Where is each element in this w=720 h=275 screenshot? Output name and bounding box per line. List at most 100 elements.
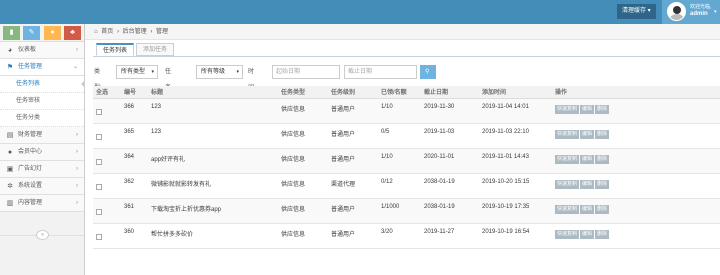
clear-cache-button[interactable]: 清理缓存 ▾ xyxy=(617,4,656,19)
table-cell: 366 xyxy=(121,98,148,124)
tab-add-task[interactable]: 添加任务 xyxy=(136,43,175,56)
breadcrumb-home[interactable]: 首页 xyxy=(101,29,113,35)
sidebar-item-label: 仪表板 xyxy=(18,47,37,53)
table-cell: 供应信息 xyxy=(278,173,328,199)
table-cell: 361 xyxy=(121,198,148,224)
quick-copy-button[interactable]: 快速复制 xyxy=(555,204,580,214)
row-checkbox[interactable] xyxy=(96,158,102,165)
table-row: 361 下载淘宝折上折优惠券app 供应信息 普通用户 1/1000 2038-01-19… xyxy=(93,198,720,224)
sidebar-item-1[interactable]: ⚑ 任务管理 ⌄ xyxy=(0,59,84,76)
table-cell: 1/10 xyxy=(378,148,421,174)
level-select[interactable]: 所有等级 ▾ xyxy=(196,65,243,79)
chevron-right-icon: › xyxy=(76,183,78,189)
edit-button[interactable]: 编辑 xyxy=(580,204,595,214)
tab-task-list[interactable]: 任务列表 xyxy=(96,43,135,56)
table-cell: 2019-11-04 14:01 xyxy=(479,98,552,124)
quick-copy-button[interactable]: 快速复制 xyxy=(555,104,580,114)
task-table: 全选 编号 标题 任务类型 任务级别 已领/名额 截止日期 添加时间 操作 366 123 供应信息… xyxy=(93,86,720,249)
type-select[interactable]: 所有类型 ▾ xyxy=(116,65,158,79)
column-header: 截止日期 xyxy=(421,86,479,99)
users-shortcut-icon[interactable]: ● xyxy=(44,26,61,40)
row-checkbox[interactable] xyxy=(96,183,102,190)
quick-copy-button[interactable]: 快速复制 xyxy=(555,154,580,164)
sidebar-item-2[interactable]: ▤ 财务管理 › xyxy=(0,127,84,144)
sidebar-item-0[interactable]: ◕ 仪表板 › xyxy=(0,42,84,59)
table-cell: 0/12 xyxy=(378,173,421,199)
delete-button[interactable]: 删除 xyxy=(595,104,610,114)
table-cell: 供应信息 xyxy=(278,148,328,174)
column-header[interactable]: 全选 xyxy=(93,86,121,99)
table-cell: 1/10 xyxy=(378,98,421,124)
edit-button[interactable]: 编辑 xyxy=(580,154,595,164)
table-cell: 2019-11-27 xyxy=(421,223,479,249)
table-cell: 2019-10-19 17:35 xyxy=(479,198,552,224)
chevron-right-icon: › xyxy=(76,200,78,206)
table-cell: 362 xyxy=(121,173,148,199)
flag-icon: ⚑ xyxy=(6,64,14,71)
image-icon: ▣ xyxy=(6,166,14,173)
edit-button[interactable]: 编辑 xyxy=(580,129,595,139)
row-checkbox[interactable] xyxy=(96,133,102,140)
chevron-down-icon: ⌄ xyxy=(72,64,78,70)
search-icon: ⚲ xyxy=(425,69,430,75)
quick-copy-button[interactable]: 快速复制 xyxy=(555,229,580,239)
book-icon: ▥ xyxy=(6,200,14,207)
quick-copy-button[interactable]: 快速复制 xyxy=(555,179,580,189)
delete-button[interactable]: 删除 xyxy=(595,229,610,239)
delete-button[interactable]: 删除 xyxy=(595,154,610,164)
table-cell: 2019-10-19 16:54 xyxy=(479,223,552,249)
chevron-right-icon: › xyxy=(76,149,78,155)
start-date-input[interactable]: 起始日期 xyxy=(272,65,340,79)
sidebar-item-label: 内容管理 xyxy=(18,200,43,206)
row-checkbox[interactable] xyxy=(96,233,102,240)
quick-copy-button[interactable]: 快速复制 xyxy=(555,129,580,139)
table-cell: 0/5 xyxy=(378,123,421,149)
edit-button[interactable]: 编辑 xyxy=(580,179,595,189)
caret-down-icon: ▾ xyxy=(714,9,717,15)
sidebar-subitem-1[interactable]: 任务审核 xyxy=(0,93,84,110)
column-header: 已领/名额 xyxy=(378,86,421,99)
table-cell: 123 xyxy=(148,98,278,124)
stats-shortcut-icon[interactable]: ▮ xyxy=(3,26,20,40)
sidebar-item-label: 任务管理 xyxy=(18,64,43,70)
wallet-icon: ▤ xyxy=(6,132,14,139)
row-checkbox[interactable] xyxy=(96,108,102,115)
column-header: 添加时间 xyxy=(479,86,552,99)
delete-button[interactable]: 删除 xyxy=(595,129,610,139)
table-cell: 364 xyxy=(121,148,148,174)
table-cell: 普通用户 xyxy=(328,98,378,124)
sidebar-subitem-2[interactable]: 任务分类 xyxy=(0,110,84,127)
user-icon: ● xyxy=(7,149,13,156)
edit-button[interactable]: 编辑 xyxy=(580,104,595,114)
sidebar-collapse-button[interactable]: « xyxy=(36,230,49,240)
column-header: 标题 xyxy=(148,86,278,99)
sidebar-item-4[interactable]: ▣ 广告幻灯 › xyxy=(0,161,84,178)
delete-button[interactable]: 删除 xyxy=(595,179,610,189)
sidebar-item-3[interactable]: ● 会员中心 › xyxy=(0,144,84,161)
table-cell: 2038-01-19 xyxy=(421,173,479,199)
table-cell: 360 xyxy=(121,223,148,249)
search-button[interactable]: ⚲ 搜索 xyxy=(420,65,437,103)
table-cell: 普通用户 xyxy=(328,123,378,149)
table-cell: 2020-11-01 xyxy=(421,148,479,174)
sidebar-item-6[interactable]: ▥ 内容管理 › xyxy=(0,195,84,212)
sidebar-item-label: 财务管理 xyxy=(18,132,43,138)
table-cell: 3/20 xyxy=(378,223,421,249)
breadcrumb: ⌂ 首页 › 后台管理 › 管理 xyxy=(85,24,720,40)
breadcrumb-admin[interactable]: 后台管理 xyxy=(123,29,147,35)
table-cell: 渠道代理 xyxy=(328,173,378,199)
sidebar-subitem-0[interactable]: 任务列表 xyxy=(0,76,85,93)
delete-button[interactable]: 删除 xyxy=(595,204,610,214)
pencil-shortcut-icon[interactable]: ✎ xyxy=(23,26,40,40)
end-date-input[interactable]: 截止日期 xyxy=(344,65,417,79)
home-icon: ⌂ xyxy=(94,29,98,35)
column-header: 操作 xyxy=(552,86,720,99)
table-row: 366 123 供应信息 普通用户 1/10 2019-11-30 2019-11-04 1… xyxy=(93,98,720,124)
row-checkbox[interactable] xyxy=(96,208,102,215)
breadcrumb-current: 管理 xyxy=(156,29,169,35)
edit-button[interactable]: 编辑 xyxy=(580,229,595,239)
sidebar-item-5[interactable]: ✲ 系统设置 › xyxy=(0,178,84,195)
settings-shortcut-icon[interactable]: ♣ xyxy=(64,26,81,40)
user-menu[interactable]: 欢迎光临, admin ▾ xyxy=(662,0,720,24)
column-header: 任务级别 xyxy=(328,86,378,99)
